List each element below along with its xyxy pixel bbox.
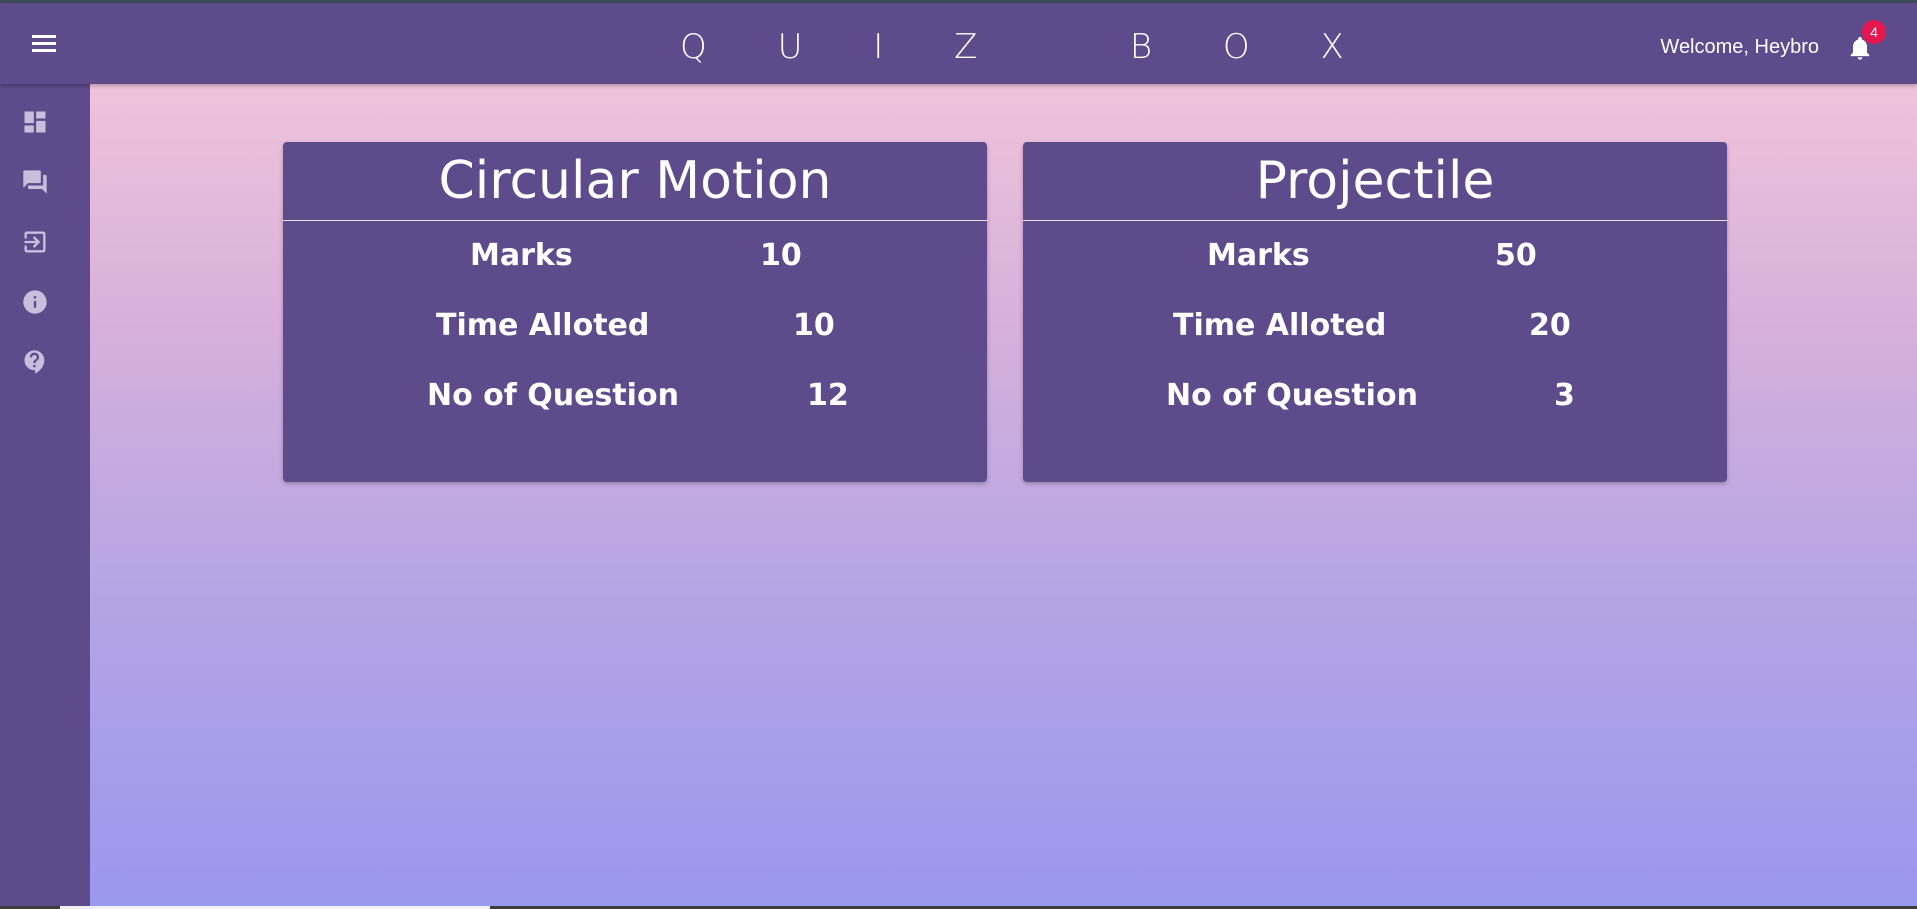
- quiz-title: Projectile: [1023, 142, 1727, 221]
- main-content: Circular Motion Marks 10 Time Alloted 10…: [90, 84, 1917, 906]
- chat-icon[interactable]: [21, 168, 49, 196]
- question-count-label: No of Question: [427, 378, 679, 413]
- question-count-label: No of Question: [1166, 378, 1418, 413]
- app-bar: Q U I Z B O X Welcome, Heybro 4: [0, 3, 1917, 84]
- time-alloted-label: Time Alloted: [436, 308, 650, 343]
- info-icon[interactable]: [21, 288, 49, 316]
- quiz-card-circular-motion[interactable]: Circular Motion Marks 10 Time Alloted 10…: [283, 142, 987, 482]
- time-alloted-value: 10: [793, 308, 835, 343]
- quiz-card-projectile[interactable]: Projectile Marks 50 Time Alloted 20 No o…: [1023, 142, 1727, 482]
- marks-label: Marks: [1207, 238, 1310, 273]
- menu-icon[interactable]: [28, 33, 60, 59]
- question-count-value: 3: [1554, 378, 1575, 413]
- sidebar: [0, 84, 90, 906]
- welcome-text: Welcome, Heybro: [1660, 36, 1819, 58]
- time-alloted-label: Time Alloted: [1173, 308, 1387, 343]
- time-alloted-value: 20: [1529, 308, 1571, 343]
- marks-value: 50: [1495, 238, 1537, 273]
- help-icon[interactable]: [21, 348, 49, 376]
- dashboard-icon[interactable]: [21, 108, 49, 136]
- question-count-value: 12: [807, 378, 849, 413]
- notification-badge: 4: [1862, 20, 1886, 44]
- quiz-title: Circular Motion: [283, 142, 987, 221]
- login-icon[interactable]: [21, 228, 49, 256]
- marks-value: 10: [760, 238, 802, 273]
- marks-label: Marks: [470, 238, 573, 273]
- app-title: Q U I Z B O X: [680, 27, 1374, 67]
